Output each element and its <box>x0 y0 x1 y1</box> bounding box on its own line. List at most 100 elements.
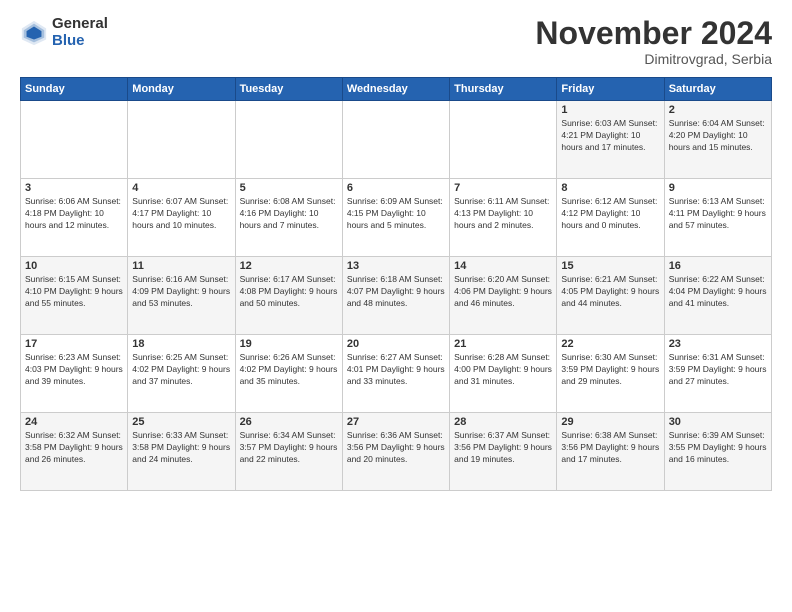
day-info: Sunrise: 6:17 AM Sunset: 4:08 PM Dayligh… <box>240 274 338 310</box>
day-info: Sunrise: 6:26 AM Sunset: 4:02 PM Dayligh… <box>240 352 338 388</box>
day-number: 12 <box>240 260 338 272</box>
day-info: Sunrise: 6:18 AM Sunset: 4:07 PM Dayligh… <box>347 274 445 310</box>
day-number: 27 <box>347 416 445 428</box>
calendar-cell <box>235 101 342 179</box>
day-number: 22 <box>561 338 659 350</box>
page: General Blue November 2024 Dimitrovgrad,… <box>0 0 792 612</box>
day-number: 26 <box>240 416 338 428</box>
calendar-header: Sunday Monday Tuesday Wednesday Thursday… <box>21 78 772 101</box>
day-info: Sunrise: 6:22 AM Sunset: 4:04 PM Dayligh… <box>669 274 767 310</box>
calendar-cell: 27 Sunrise: 6:36 AM Sunset: 3:56 PM Dayli… <box>342 413 449 491</box>
day-info: Sunrise: 6:27 AM Sunset: 4:01 PM Dayligh… <box>347 352 445 388</box>
header-friday: Friday <box>557 78 664 101</box>
calendar-cell: 8Sunrise: 6:12 AM Sunset: 4:12 PM Daylig… <box>557 179 664 257</box>
calendar-cell: 10 Sunrise: 6:15 AM Sunset: 4:10 PM Dayli… <box>21 257 128 335</box>
day-info: Sunrise: 6:34 AM Sunset: 3:57 PM Dayligh… <box>240 430 338 466</box>
header-monday: Monday <box>128 78 235 101</box>
day-number: 28 <box>454 416 552 428</box>
day-info: Sunrise: 6:03 AM Sunset: 4:21 PM Dayligh… <box>561 118 659 154</box>
day-number: 21 <box>454 338 552 350</box>
calendar-cell: 21 Sunrise: 6:28 AM Sunset: 4:00 PM Dayli… <box>450 335 557 413</box>
day-number: 20 <box>347 338 445 350</box>
day-info: Sunrise: 6:12 AM Sunset: 4:12 PM Dayligh… <box>561 196 659 232</box>
calendar-cell: 2 Sunrise: 6:04 AM Sunset: 4:20 PM Daylig… <box>664 101 771 179</box>
day-number: 3 <box>25 182 123 194</box>
day-info: Sunrise: 6:36 AM Sunset: 3:56 PM Dayligh… <box>347 430 445 466</box>
calendar-cell: 24 Sunrise: 6:32 AM Sunset: 3:58 PM Dayli… <box>21 413 128 491</box>
day-info: Sunrise: 6:38 AM Sunset: 3:56 PM Dayligh… <box>561 430 659 466</box>
calendar-cell: 22 Sunrise: 6:30 AM Sunset: 3:59 PM Dayli… <box>557 335 664 413</box>
logo-blue: Blue <box>52 33 108 50</box>
calendar-week-1: 3 Sunrise: 6:06 AM Sunset: 4:18 PM Daylig… <box>21 179 772 257</box>
day-info: Sunrise: 6:23 AM Sunset: 4:03 PM Dayligh… <box>25 352 123 388</box>
location: Dimitrovgrad, Serbia <box>535 51 772 67</box>
day-number: 30 <box>669 416 767 428</box>
calendar-cell: 13 Sunrise: 6:18 AM Sunset: 4:07 PM Dayli… <box>342 257 449 335</box>
header-thursday: Thursday <box>450 78 557 101</box>
day-info: Sunrise: 6:04 AM Sunset: 4:20 PM Dayligh… <box>669 118 767 154</box>
logo-text: General Blue <box>52 16 108 49</box>
calendar-week-4: 24 Sunrise: 6:32 AM Sunset: 3:58 PM Dayli… <box>21 413 772 491</box>
day-info: Sunrise: 6:25 AM Sunset: 4:02 PM Dayligh… <box>132 352 230 388</box>
calendar-cell <box>128 101 235 179</box>
calendar-cell: 14Sunrise: 6:20 AM Sunset: 4:06 PM Dayli… <box>450 257 557 335</box>
calendar-table: Sunday Monday Tuesday Wednesday Thursday… <box>20 77 772 491</box>
day-info: Sunrise: 6:13 AM Sunset: 4:11 PM Dayligh… <box>669 196 767 232</box>
title-section: November 2024 Dimitrovgrad, Serbia <box>535 16 772 67</box>
day-number: 2 <box>669 104 767 116</box>
day-number: 19 <box>240 338 338 350</box>
day-number: 25 <box>132 416 230 428</box>
day-info: Sunrise: 6:31 AM Sunset: 3:59 PM Dayligh… <box>669 352 767 388</box>
day-info: Sunrise: 6:09 AM Sunset: 4:15 PM Dayligh… <box>347 196 445 232</box>
day-number: 24 <box>25 416 123 428</box>
calendar-cell: 26 Sunrise: 6:34 AM Sunset: 3:57 PM Dayli… <box>235 413 342 491</box>
month-title: November 2024 <box>535 16 772 51</box>
day-info: Sunrise: 6:16 AM Sunset: 4:09 PM Dayligh… <box>132 274 230 310</box>
day-info: Sunrise: 6:06 AM Sunset: 4:18 PM Dayligh… <box>25 196 123 232</box>
calendar-cell: 30 Sunrise: 6:39 AM Sunset: 3:55 PM Dayli… <box>664 413 771 491</box>
header-wednesday: Wednesday <box>342 78 449 101</box>
day-number: 16 <box>669 260 767 272</box>
day-info: Sunrise: 6:28 AM Sunset: 4:00 PM Dayligh… <box>454 352 552 388</box>
header-tuesday: Tuesday <box>235 78 342 101</box>
day-number: 5 <box>240 182 338 194</box>
calendar-cell: 9 Sunrise: 6:13 AM Sunset: 4:11 PM Daylig… <box>664 179 771 257</box>
day-info: Sunrise: 6:21 AM Sunset: 4:05 PM Dayligh… <box>561 274 659 310</box>
day-info: Sunrise: 6:32 AM Sunset: 3:58 PM Dayligh… <box>25 430 123 466</box>
day-info: Sunrise: 6:11 AM Sunset: 4:13 PM Dayligh… <box>454 196 552 232</box>
calendar-week-3: 17 Sunrise: 6:23 AM Sunset: 4:03 PM Dayli… <box>21 335 772 413</box>
day-number: 9 <box>669 182 767 194</box>
calendar-cell: 20 Sunrise: 6:27 AM Sunset: 4:01 PM Dayli… <box>342 335 449 413</box>
logo: General Blue <box>20 16 108 49</box>
calendar-cell <box>342 101 449 179</box>
day-info: Sunrise: 6:08 AM Sunset: 4:16 PM Dayligh… <box>240 196 338 232</box>
calendar-week-2: 10 Sunrise: 6:15 AM Sunset: 4:10 PM Dayli… <box>21 257 772 335</box>
day-number: 11 <box>132 260 230 272</box>
calendar-cell: 16 Sunrise: 6:22 AM Sunset: 4:04 PM Dayli… <box>664 257 771 335</box>
calendar-cell: 1 Sunrise: 6:03 AM Sunset: 4:21 PM Daylig… <box>557 101 664 179</box>
logo-icon <box>20 19 48 47</box>
day-info: Sunrise: 6:15 AM Sunset: 4:10 PM Dayligh… <box>25 274 123 310</box>
day-info: Sunrise: 6:37 AM Sunset: 3:56 PM Dayligh… <box>454 430 552 466</box>
day-number: 7 <box>454 182 552 194</box>
day-info: Sunrise: 6:39 AM Sunset: 3:55 PM Dayligh… <box>669 430 767 466</box>
calendar-cell: 6Sunrise: 6:09 AM Sunset: 4:15 PM Daylig… <box>342 179 449 257</box>
calendar-cell: 23Sunrise: 6:31 AM Sunset: 3:59 PM Dayli… <box>664 335 771 413</box>
day-number: 17 <box>25 338 123 350</box>
calendar-cell: 18Sunrise: 6:25 AM Sunset: 4:02 PM Dayli… <box>128 335 235 413</box>
calendar-cell: 7 Sunrise: 6:11 AM Sunset: 4:13 PM Daylig… <box>450 179 557 257</box>
day-number: 15 <box>561 260 659 272</box>
logo-general: General <box>52 16 108 33</box>
day-number: 29 <box>561 416 659 428</box>
calendar-cell <box>21 101 128 179</box>
calendar-cell: 19 Sunrise: 6:26 AM Sunset: 4:02 PM Dayli… <box>235 335 342 413</box>
day-number: 10 <box>25 260 123 272</box>
day-info: Sunrise: 6:07 AM Sunset: 4:17 PM Dayligh… <box>132 196 230 232</box>
calendar-cell: 11 Sunrise: 6:16 AM Sunset: 4:09 PM Dayli… <box>128 257 235 335</box>
day-number: 1 <box>561 104 659 116</box>
calendar-cell: 28 Sunrise: 6:37 AM Sunset: 3:56 PM Dayli… <box>450 413 557 491</box>
header-row: Sunday Monday Tuesday Wednesday Thursday… <box>21 78 772 101</box>
day-number: 4 <box>132 182 230 194</box>
day-info: Sunrise: 6:30 AM Sunset: 3:59 PM Dayligh… <box>561 352 659 388</box>
day-number: 13 <box>347 260 445 272</box>
